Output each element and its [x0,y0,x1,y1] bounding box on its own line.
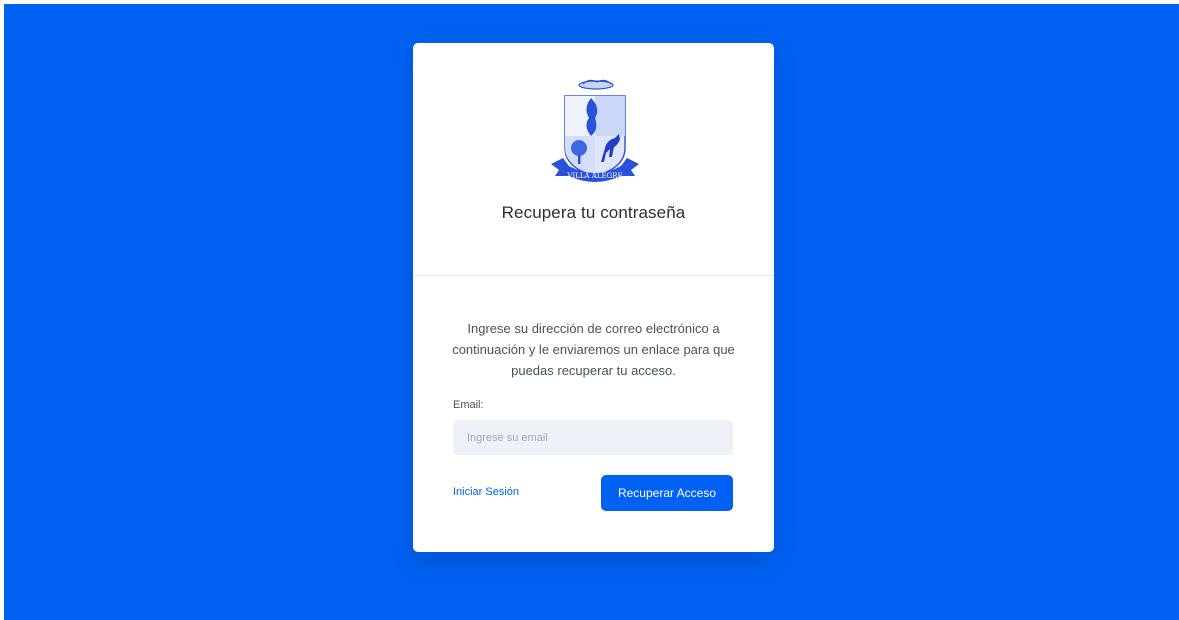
page-background: VILLA ALEGRE Recupera tu contraseña Ingr… [4,4,1179,620]
instructions-text: Ingrese su dirección de correo electróni… [452,321,735,378]
svg-text:VILLA ALEGRE: VILLA ALEGRE [566,172,622,180]
email-label: Email: [453,399,484,411]
page-title: Recupera tu contraseña [501,203,686,222]
login-link[interactable]: Iniciar Sesión [453,486,519,498]
email-input[interactable] [453,420,733,455]
villa-alegre-coat-of-arms-icon: VILLA ALEGRE [551,79,639,182]
recover-access-button[interactable]: Recuperar Acceso [601,475,733,511]
recover-password-card: VILLA ALEGRE Recupera tu contraseña Ingr… [413,43,774,552]
card-body: Ingrese su dirección de correo electróni… [413,276,774,551]
card-header: VILLA ALEGRE Recupera tu contraseña [413,43,774,276]
